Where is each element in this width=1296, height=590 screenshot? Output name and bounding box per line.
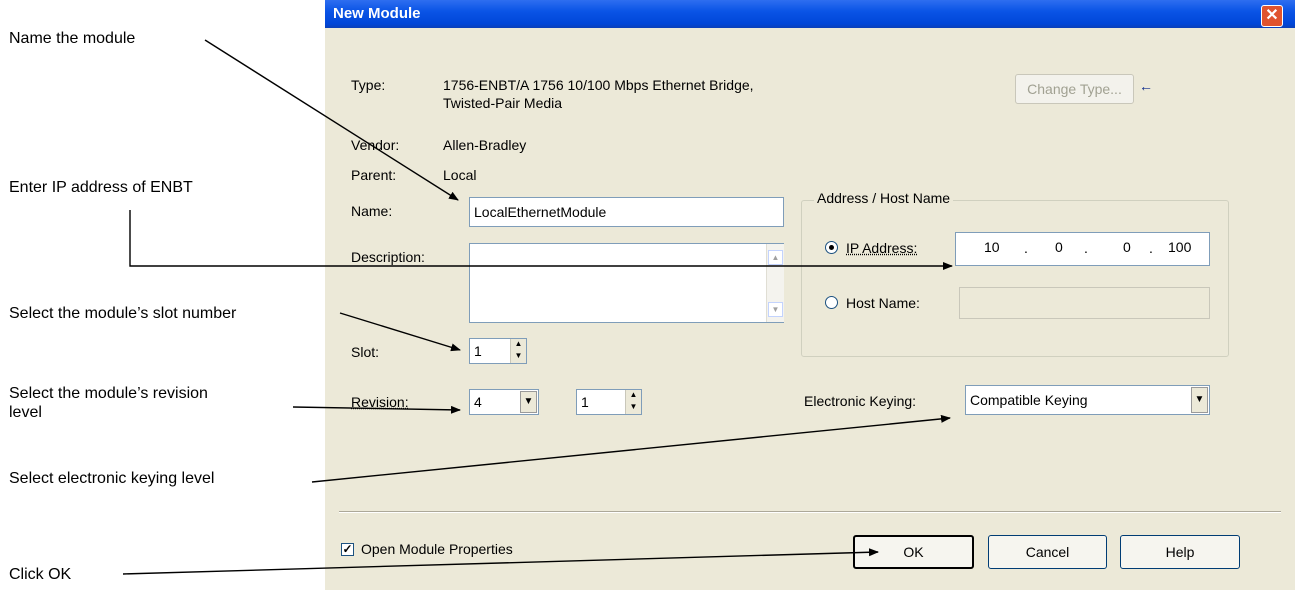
annotation-select-revision-line1: Select the module’s revision	[9, 385, 208, 402]
name-label: Name:	[351, 203, 393, 219]
revision-label: Revision:	[351, 394, 409, 410]
annotation-select-revision: Select the module’s revision level	[9, 384, 208, 422]
annotation-select-revision-line2: level	[9, 404, 42, 421]
address-host-group-title: Address / Host Name	[814, 190, 954, 206]
open-module-properties-label: Open Module Properties	[361, 541, 513, 557]
ip-dot-3: .	[1149, 240, 1153, 256]
name-input[interactable]: LocalEthernetModule	[469, 197, 784, 227]
cancel-button[interactable]: Cancel	[988, 535, 1107, 569]
radio-dot-icon	[829, 245, 834, 250]
description-label: Description:	[351, 249, 425, 265]
description-textarea[interactable]	[469, 243, 784, 323]
left-arrow-icon: ←	[1139, 78, 1153, 94]
ip-dot-2: .	[1084, 240, 1088, 256]
title-bar[interactable]: New Module ✕	[325, 0, 1295, 28]
ip-octet-4: 100	[1168, 239, 1192, 255]
slot-spin-up-icon[interactable]: ▲	[510, 339, 526, 351]
electronic-keying-label: Electronic Keying:	[804, 393, 917, 409]
description-scrollbar[interactable]: ▲ ▼	[766, 244, 784, 322]
revision-major-dropdown-arrow-icon[interactable]: ▼	[520, 391, 537, 413]
slot-spin-down-icon[interactable]: ▼	[510, 351, 526, 363]
annotation-select-slot: Select the module’s slot number	[9, 305, 237, 322]
ip-dot-1: .	[1024, 240, 1028, 256]
host-name-radio[interactable]	[825, 296, 838, 309]
parent-label: Parent:	[351, 167, 397, 183]
new-module-dialog: New Module ✕ Type: 1756-ENBT/A 1756 10/1…	[325, 0, 1295, 590]
electronic-keying-dropdown-arrow-icon[interactable]: ▼	[1191, 387, 1208, 413]
host-name-label: Host Name:	[846, 295, 920, 311]
help-button[interactable]: Help	[1120, 535, 1240, 569]
ip-address-label: IP Address:	[846, 240, 918, 256]
type-label: Type:	[351, 77, 386, 93]
electronic-keying-select[interactable]: Compatible Keying	[965, 385, 1210, 415]
scroll-up-icon[interactable]: ▲	[768, 250, 783, 265]
type-value-line1: 1756-ENBT/A 1756 10/100 Mbps Ethernet Br…	[443, 77, 754, 93]
type-value-line2: Twisted-Pair Media	[443, 95, 563, 111]
change-type-button[interactable]: Change Type...	[1015, 74, 1134, 104]
ip-address-radio[interactable]	[825, 241, 838, 254]
revision-spin-down-icon[interactable]: ▼	[625, 402, 641, 414]
annotation-enter-ip: Enter IP address of ENBT	[9, 179, 193, 196]
vendor-value: Allen-Bradley	[443, 137, 527, 153]
parent-value: Local	[443, 167, 477, 183]
ip-octet-2: 0	[1055, 239, 1063, 255]
ip-address-input[interactable]: 10 . 0 . 0 . 100	[955, 232, 1210, 266]
ip-octet-3: 0	[1123, 239, 1131, 255]
annotation-click-ok: Click OK	[9, 566, 72, 583]
ip-octet-1: 10	[984, 239, 1000, 255]
separator	[339, 511, 1281, 513]
vendor-label: Vendor:	[351, 137, 400, 153]
slot-label: Slot:	[351, 344, 380, 360]
close-icon[interactable]: ✕	[1261, 5, 1283, 27]
host-name-input[interactable]	[959, 287, 1210, 319]
revision-spin-up-icon[interactable]: ▲	[625, 390, 641, 402]
scroll-down-icon[interactable]: ▼	[768, 302, 783, 317]
open-module-properties-checkbox[interactable]: ✓	[341, 543, 354, 556]
annotation-name-module: Name the module	[9, 30, 136, 47]
annotation-select-keying: Select electronic keying level	[9, 470, 215, 487]
dialog-title: New Module	[333, 5, 421, 22]
ok-button[interactable]: OK	[853, 535, 974, 569]
address-host-group	[801, 200, 1229, 357]
